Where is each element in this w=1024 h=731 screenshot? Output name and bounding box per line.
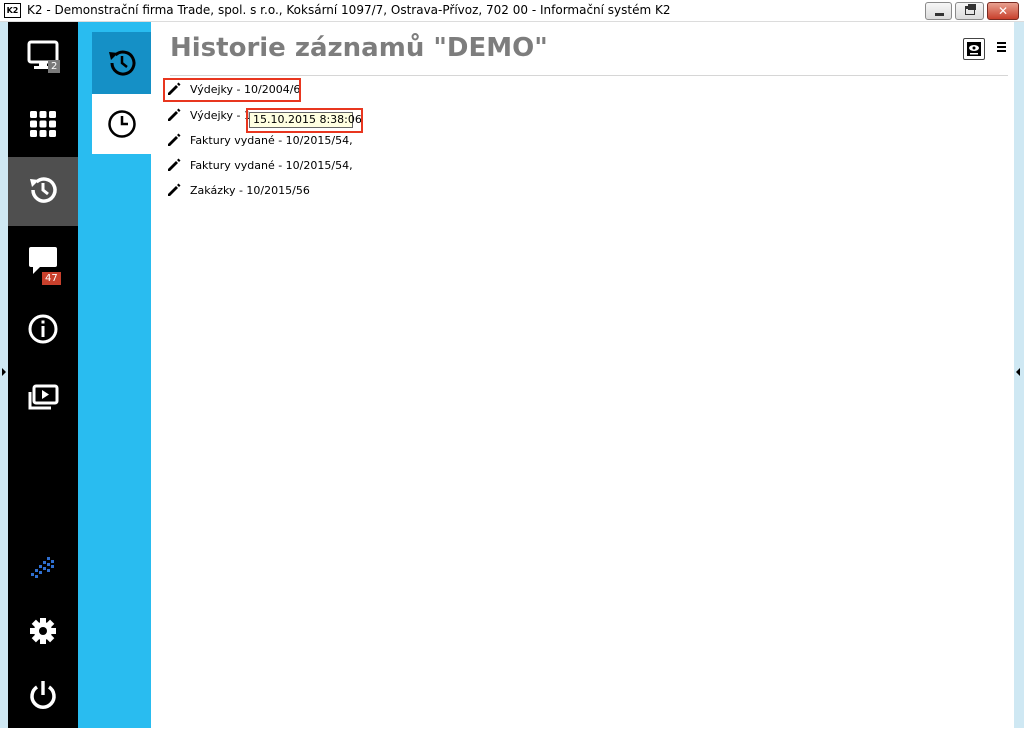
history-item-label: Výdejky - 1 bbox=[190, 109, 251, 122]
rail-history-button[interactable] bbox=[8, 157, 78, 226]
hamburger-menu-icon[interactable] bbox=[997, 42, 1007, 53]
rail-messages-button[interactable]: 47 bbox=[8, 227, 78, 296]
clock-icon bbox=[108, 110, 136, 138]
close-icon: ✕ bbox=[997, 4, 1009, 18]
expand-right-arrow-icon[interactable] bbox=[1016, 368, 1020, 376]
history-icon bbox=[109, 50, 136, 76]
history-subpanel bbox=[78, 22, 151, 728]
preview-button[interactable] bbox=[963, 38, 985, 60]
history-tab-button[interactable] bbox=[92, 32, 151, 94]
rail-k2-logo bbox=[8, 534, 78, 603]
recent-records-tab-button[interactable] bbox=[92, 94, 151, 154]
highlight-frame bbox=[246, 108, 363, 133]
close-button[interactable]: ✕ bbox=[987, 2, 1019, 20]
history-item-label: Faktury vydané - 10/2015/54, bbox=[190, 159, 353, 172]
rail-power-button[interactable] bbox=[8, 662, 78, 731]
page-title: Historie záznamů "DEMO" bbox=[170, 33, 548, 63]
window-titlebar: K2 K2 - Demonstrační firma Trade, spol. … bbox=[0, 0, 1024, 22]
rail-media-button[interactable] bbox=[8, 365, 78, 434]
apps-grid-icon bbox=[30, 111, 56, 137]
history-item-label: Faktury vydané - 10/2015/54, bbox=[190, 134, 353, 147]
pencil-icon bbox=[168, 108, 181, 121]
highlight-frame bbox=[163, 78, 301, 102]
expand-left-arrow-icon[interactable] bbox=[2, 368, 6, 376]
minimize-button[interactable] bbox=[925, 2, 952, 20]
main-navigation-rail: 2 47 bbox=[8, 22, 78, 728]
gear-icon bbox=[30, 618, 56, 644]
media-icon bbox=[28, 384, 59, 410]
power-icon bbox=[30, 681, 56, 709]
messages-count-badge: 47 bbox=[42, 272, 61, 285]
info-icon bbox=[28, 314, 58, 344]
k2-logo-icon bbox=[31, 557, 54, 578]
minimize-icon bbox=[935, 13, 944, 16]
window-title: K2 - Demonstrační firma Trade, spol. s r… bbox=[27, 3, 671, 17]
rail-apps-button[interactable] bbox=[8, 91, 78, 160]
desktop-count-badge: 2 bbox=[48, 60, 61, 73]
restore-icon bbox=[965, 6, 975, 15]
main-content: Historie záznamů "DEMO" Výdejky - 10/200… bbox=[151, 22, 1014, 728]
pencil-icon bbox=[168, 158, 181, 171]
maximize-button[interactable] bbox=[955, 2, 984, 20]
pencil-icon bbox=[168, 183, 181, 196]
pencil-icon bbox=[168, 133, 181, 146]
eye-icon bbox=[967, 42, 981, 56]
history-icon bbox=[30, 177, 57, 203]
rail-desktop-button[interactable]: 2 bbox=[8, 22, 78, 91]
header-divider bbox=[170, 75, 1008, 76]
history-item-label: Zakázky - 10/2015/56 bbox=[190, 184, 310, 197]
rail-info-button[interactable] bbox=[8, 296, 78, 365]
app-icon: K2 bbox=[4, 3, 21, 18]
rail-settings-button[interactable] bbox=[8, 598, 78, 667]
